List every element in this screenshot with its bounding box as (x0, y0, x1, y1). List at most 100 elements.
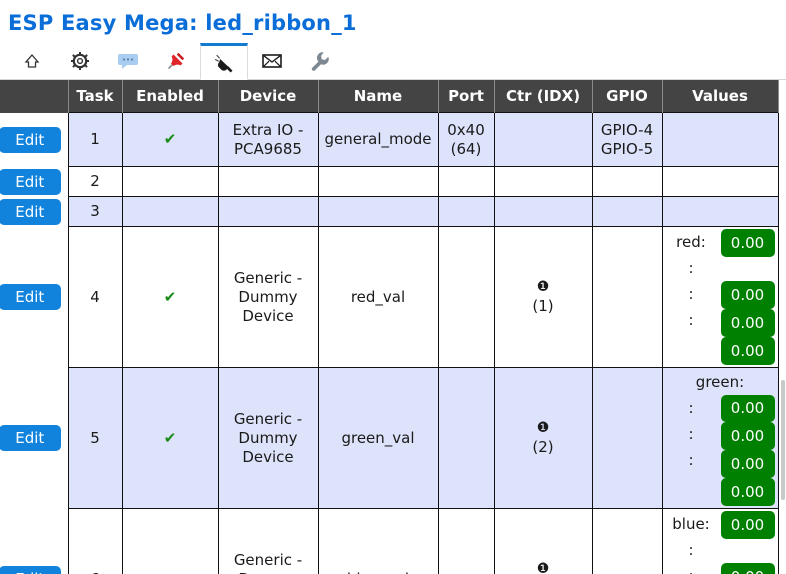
idx-value: (1) (532, 297, 554, 315)
ctr-idx-cell: ❶(3) (493, 508, 593, 574)
value-label: : (688, 285, 694, 303)
edit-button[interactable]: Edit (0, 566, 61, 574)
value-badge: 0.00 (720, 450, 775, 478)
task-cell: 2 (67, 166, 123, 197)
ctr-idx-cell: ❶ (1) (493, 226, 593, 368)
check-icon: ✔ (163, 130, 177, 148)
device-cell: Extra IO - PCA9685 (217, 112, 319, 167)
edit-cell: Edit (0, 167, 68, 197)
name-cell: green_val (317, 367, 439, 509)
vertical-scrollbar[interactable] (780, 80, 786, 574)
scrollbar-thumb[interactable] (781, 380, 785, 500)
col-header-values: Values (661, 80, 779, 113)
col-header-task: Task (67, 80, 123, 113)
app-window: ESP Easy Mega: led_ribbon_1 Task Enabled… (0, 0, 786, 574)
config-tab[interactable] (56, 42, 104, 79)
home-icon (22, 51, 42, 71)
controller-number-icon: ❶ (536, 561, 550, 574)
devices-tab[interactable] (200, 43, 248, 80)
value-badge: 0.00 (720, 478, 775, 506)
check-icon: ✔ (163, 428, 177, 447)
gpio-cell: GPIO-4 GPIO-5 (591, 112, 663, 167)
edit-button[interactable]: Edit (0, 425, 61, 451)
ctr-idx-cell (493, 196, 593, 227)
value-badge: 0.00 (720, 422, 775, 450)
enabled-cell: ✔ (121, 226, 219, 368)
value-badge: 0.00 (720, 563, 775, 574)
controller-number-icon: ❶ (536, 420, 550, 436)
table-row: Edit 1 ✔ Extra IO - PCA9685 general_mode 0x40… (0, 112, 779, 167)
table-row: Edit 3 (0, 196, 779, 227)
value-badge: 0.00 (720, 281, 775, 309)
task-cell: 6 (67, 508, 123, 574)
values-cell (661, 196, 779, 227)
envelope-icon (261, 52, 283, 70)
gpio-cell (591, 196, 663, 227)
pushpin-icon (165, 50, 187, 72)
device-cell (217, 166, 319, 197)
tools-tab[interactable] (296, 42, 344, 79)
edit-button[interactable]: Edit (0, 126, 61, 153)
edit-button[interactable]: Edit (0, 198, 61, 225)
edit-cell: Edit (0, 197, 68, 227)
name-cell: blue_val (317, 508, 439, 574)
value-label: : (688, 311, 694, 329)
values-cell (661, 166, 779, 197)
value-label: : (688, 451, 694, 469)
port-cell (437, 367, 495, 509)
gear-icon (70, 51, 90, 71)
home-tab[interactable] (8, 42, 56, 79)
name-cell: general_mode (317, 112, 439, 167)
col-header-enabled: Enabled (121, 80, 219, 113)
devices-table: Task Enabled Device Name Port Ctr (IDX) … (0, 80, 779, 574)
values-cell: red: 0.00: 0.00: 0.00: 0.00 (661, 226, 779, 368)
value-label: red: (676, 233, 706, 251)
edit-cell: Edit (0, 368, 68, 509)
col-header-edit (0, 80, 69, 113)
col-header-name: Name (317, 80, 439, 113)
enabled-cell: ✔ (121, 112, 219, 167)
gpio-cell (591, 367, 663, 509)
controller-number-icon: ❶ (536, 279, 550, 295)
table-header-row: Task Enabled Device Name Port Ctr (IDX) … (0, 80, 779, 113)
plug-icon (212, 52, 236, 74)
edit-button[interactable]: Edit (0, 168, 61, 195)
task-cell: 5 (67, 367, 123, 509)
table-body: Edit 1 ✔ Extra IO - PCA9685 general_mode 0x40… (0, 112, 779, 574)
col-header-port: Port (437, 80, 495, 113)
rules-tab[interactable] (152, 42, 200, 79)
value-label: : (688, 399, 694, 417)
idx-value: (2) (532, 438, 554, 456)
value-row: : 0.00 (666, 255, 775, 309)
value-row: : 0.00 (666, 537, 775, 574)
col-header-device: Device (217, 80, 319, 113)
value-label: : (688, 541, 694, 559)
edit-button[interactable]: Edit (0, 284, 61, 310)
edit-cell: Edit (0, 509, 68, 574)
port-cell (437, 166, 495, 197)
port-cell (437, 508, 495, 574)
port-cell: 0x40 (64) (437, 112, 495, 167)
table-row: Edit 2 (0, 166, 779, 197)
gpio-cell (591, 226, 663, 368)
enabled-cell (121, 166, 219, 197)
ctr-idx-cell (493, 166, 593, 197)
col-header-ctr-idx: Ctr (IDX) (493, 80, 593, 113)
controllers-tab[interactable] (104, 42, 152, 79)
notifications-tab[interactable] (248, 42, 296, 79)
speech-bubble-icon (117, 51, 139, 71)
port-cell (437, 226, 495, 368)
value-label: : (688, 567, 693, 574)
values-cell: green: 0.00: 0.00: 0.00: 0.00 (661, 367, 779, 509)
name-cell: red_val (317, 226, 439, 368)
task-cell: 4 (67, 226, 123, 368)
values-cell (661, 112, 779, 167)
edit-cell: Edit (0, 113, 68, 167)
device-cell: Generic - Dummy Device (217, 226, 319, 368)
device-cell: Generic - Dummy Device (217, 508, 319, 574)
edit-cell: Edit (0, 227, 68, 368)
value-label: : (688, 425, 694, 443)
enabled-cell (121, 196, 219, 227)
col-header-gpio: GPIO (591, 80, 663, 113)
value-badge: 0.00 (720, 229, 775, 257)
